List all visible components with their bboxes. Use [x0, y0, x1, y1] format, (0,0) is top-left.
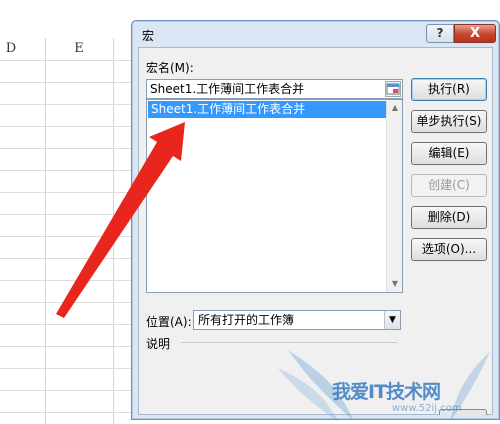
close-button[interactable]: X	[454, 24, 496, 43]
scroll-up-icon[interactable]: ▲	[387, 100, 403, 116]
dialog-titlebar[interactable]: 宏 ? X	[132, 21, 499, 47]
column-gridline	[113, 38, 114, 424]
description-label: 说明	[146, 337, 171, 351]
step-into-button[interactable]: 单步执行(S)	[411, 110, 487, 133]
collapse-dialog-icon[interactable]	[385, 81, 401, 97]
options-button[interactable]: 选项(O)...	[411, 238, 487, 261]
watermark-text: 我爱IT技术网	[332, 381, 441, 403]
location-select[interactable]: 所有打开的工作簿 ▼	[193, 310, 401, 330]
edit-button[interactable]: 编辑(E)	[411, 142, 487, 165]
macro-list-scrollbar[interactable]: ▲ ▼	[386, 100, 402, 292]
dialog-title: 宏	[142, 29, 155, 43]
scroll-down-icon[interactable]: ▼	[387, 276, 403, 292]
macro-name-value: Sheet1.工作薄间工作表合并	[150, 82, 305, 96]
macro-name-input[interactable]: Sheet1.工作薄间工作表合并	[146, 79, 403, 99]
column-gridline	[45, 38, 46, 424]
column-header-e[interactable]: E	[46, 38, 112, 60]
delete-button[interactable]: 删除(D)	[411, 206, 487, 229]
macro-name-label: 宏名(M):	[146, 61, 194, 75]
help-button[interactable]: ?	[426, 24, 454, 43]
macro-list-item[interactable]: Sheet1.工作薄间工作表合并	[148, 101, 387, 118]
column-header-d[interactable]: D	[0, 38, 22, 60]
location-label: 位置(A):	[146, 315, 192, 329]
create-button: 创建(C)	[411, 174, 487, 197]
macro-list[interactable]: Sheet1.工作薄间工作表合并 ▲ ▼	[146, 99, 403, 293]
run-button[interactable]: 执行(R)	[411, 78, 487, 101]
location-value: 所有打开的工作簿	[198, 313, 295, 327]
chevron-down-icon[interactable]: ▼	[384, 311, 400, 329]
watermark-subtext: www.52ij.com	[392, 403, 462, 414]
